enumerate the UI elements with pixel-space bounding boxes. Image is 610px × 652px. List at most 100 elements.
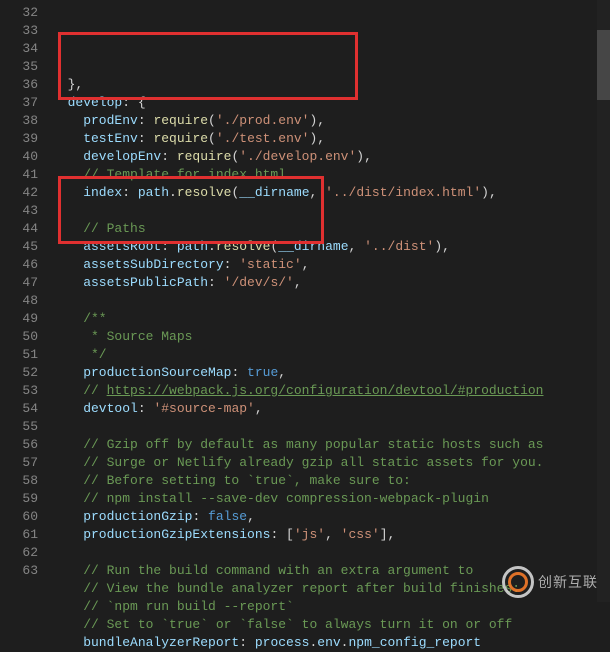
code-line[interactable]: devtool: '#source-map',	[52, 400, 610, 418]
token-var: env	[317, 635, 340, 650]
token-func: require	[153, 131, 208, 146]
code-line[interactable]: // https://webpack.js.org/configuration/…	[52, 382, 610, 400]
line-number: 40	[0, 148, 38, 166]
code-line[interactable]: // Before setting to `true`, make sure t…	[52, 472, 610, 490]
token-kw: true	[247, 365, 278, 380]
code-line[interactable]: },	[52, 76, 610, 94]
code-line[interactable]	[52, 544, 610, 562]
token-var: __dirname	[239, 185, 309, 200]
token-var: process	[255, 635, 310, 650]
token-punc: ,	[294, 275, 302, 290]
token-str: 'static'	[239, 257, 301, 272]
token-comm: * Source Maps	[52, 329, 192, 344]
token-prop: assetsRoot	[52, 239, 161, 254]
token-punc: :	[239, 635, 255, 650]
code-line[interactable]: productionSourceMap: true,	[52, 364, 610, 382]
code-line[interactable]: // Template for index.html	[52, 166, 610, 184]
token-punc: :	[138, 131, 154, 146]
scrollbar-thumb[interactable]	[597, 30, 610, 100]
token-punc: :	[122, 185, 138, 200]
token-punc: ,	[255, 401, 263, 416]
token-punc: :	[138, 401, 154, 416]
token-str: './test.env'	[216, 131, 310, 146]
token-prop: productionSourceMap	[52, 365, 231, 380]
token-str: './prod.env'	[216, 113, 310, 128]
watermark-text: 创新互联	[538, 573, 598, 591]
vertical-scrollbar[interactable]	[597, 0, 610, 602]
code-line[interactable]	[52, 418, 610, 436]
token-kw: false	[208, 509, 247, 524]
token-punc: ,	[247, 509, 255, 524]
token-comm: // View the bundle analyzer report after…	[52, 581, 520, 596]
code-line[interactable]: // Gzip off by default as many popular s…	[52, 436, 610, 454]
code-line[interactable]: productionGzipExtensions: ['js', 'css'],	[52, 526, 610, 544]
token-comm: // Gzip off by default as many popular s…	[52, 437, 543, 452]
token-punc: .	[169, 185, 177, 200]
code-line[interactable]: * Source Maps	[52, 328, 610, 346]
token-prop: productionGzip	[52, 509, 192, 524]
line-number: 42	[0, 184, 38, 202]
line-number: 60	[0, 508, 38, 526]
code-line[interactable]: // Paths	[52, 220, 610, 238]
line-number: 47	[0, 274, 38, 292]
token-comm: //	[52, 383, 107, 398]
code-line[interactable]: assetsSubDirectory: 'static',	[52, 256, 610, 274]
code-editor[interactable]: 3233343536373839404142434445464748495051…	[0, 0, 610, 602]
code-line[interactable]: bundleAnalyzerReport: process.env.npm_co…	[52, 634, 610, 652]
token-prop: prodEnv	[52, 113, 138, 128]
code-line[interactable]: testEnv: require('./test.env'),	[52, 130, 610, 148]
token-punc: (	[208, 113, 216, 128]
code-line[interactable]: productionGzip: false,	[52, 508, 610, 526]
code-line[interactable]: assetsPublicPath: '/dev/s/',	[52, 274, 610, 292]
code-line[interactable]: /**	[52, 310, 610, 328]
line-number: 58	[0, 472, 38, 490]
token-str: '#source-map'	[153, 401, 254, 416]
code-line[interactable]: // Set to `true` or `false` to always tu…	[52, 616, 610, 634]
token-punc: ,	[349, 239, 365, 254]
line-number: 59	[0, 490, 38, 508]
line-number: 61	[0, 526, 38, 544]
code-line[interactable]: index: path.resolve(__dirname, '../dist/…	[52, 184, 610, 202]
line-number: 32	[0, 4, 38, 22]
token-punc: :	[231, 365, 247, 380]
code-line[interactable]: // npm install --save-dev compression-we…	[52, 490, 610, 508]
line-number: 48	[0, 292, 38, 310]
code-line[interactable]: prodEnv: require('./prod.env'),	[52, 112, 610, 130]
token-str: './develop.env'	[239, 149, 356, 164]
code-line[interactable]: developEnv: require('./develop.env'),	[52, 148, 610, 166]
code-line[interactable]	[52, 202, 610, 220]
token-func: require	[177, 149, 232, 164]
token-punc: ),	[434, 239, 450, 254]
line-number: 38	[0, 112, 38, 130]
line-number: 63	[0, 562, 38, 580]
token-str: 'js'	[294, 527, 325, 542]
line-number: 45	[0, 238, 38, 256]
token-var: npm_config_report	[348, 635, 481, 650]
token-punc: ,	[310, 185, 326, 200]
token-punc: (	[208, 131, 216, 146]
token-comm: */	[52, 347, 107, 362]
code-line[interactable]: // `npm run build --report`	[52, 598, 610, 616]
code-line[interactable]: */	[52, 346, 610, 364]
line-number: 37	[0, 94, 38, 112]
token-punc: },	[52, 77, 83, 92]
code-line[interactable]: // Surge or Netlify already gzip all sta…	[52, 454, 610, 472]
token-prop: developEnv	[52, 149, 161, 164]
code-line[interactable]: develop: {	[52, 94, 610, 112]
code-line[interactable]	[52, 292, 610, 310]
line-number: 46	[0, 256, 38, 274]
token-str: '../dist'	[364, 239, 434, 254]
line-number: 44	[0, 220, 38, 238]
code-line[interactable]: assetsRoot: path.resolve(__dirname, '../…	[52, 238, 610, 256]
line-number: 39	[0, 130, 38, 148]
token-prop: assetsSubDirectory	[52, 257, 224, 272]
token-comm: // Template for index.html	[52, 167, 286, 182]
line-number: 55	[0, 418, 38, 436]
token-punc: ),	[481, 185, 497, 200]
token-str: '../dist/index.html'	[325, 185, 481, 200]
token-prop: testEnv	[52, 131, 138, 146]
token-str: '/dev/s/'	[224, 275, 294, 290]
token-comm: // Paths	[52, 221, 146, 236]
line-number: 35	[0, 58, 38, 76]
code-area[interactable]: }, develop: { prodEnv: require('./prod.e…	[52, 0, 610, 602]
